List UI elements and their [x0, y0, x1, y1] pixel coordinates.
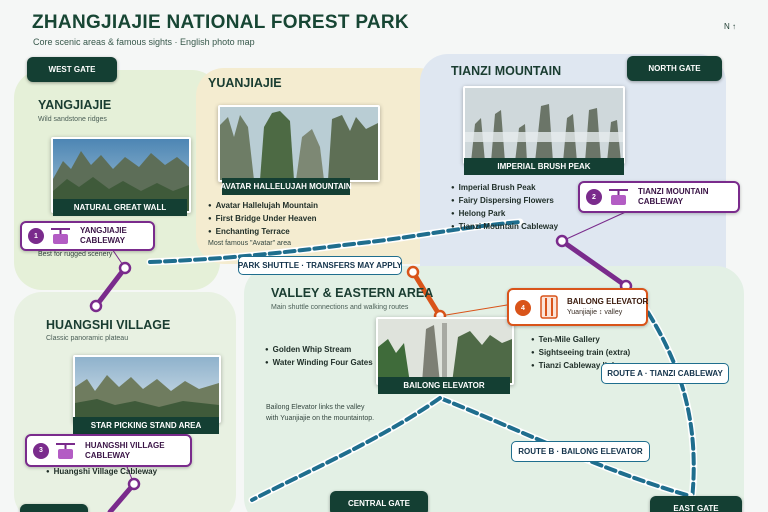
- bailong-elevator-callout: 4 BAILONG ELEVATOR Yuanjiajie ↕ valley: [507, 288, 648, 326]
- karst-photo-image: [465, 88, 623, 162]
- yangjiajie-name: YANGJIAJIE: [38, 98, 112, 112]
- cableway-label-line-1: HUANGSHI VILLAGE: [85, 440, 165, 450]
- avatar-mountain-photo: [218, 105, 380, 182]
- tianzi-cableway-callout: 2 TIANZI MOUNTAIN CABLEWAY: [578, 181, 740, 213]
- imperial-brush-peak-caption: IMPERIAL BRUSH PEAK: [464, 158, 624, 175]
- yuanjiajie-note: Most famous "Avatar" area: [208, 240, 292, 247]
- elevator-number: 4: [515, 300, 531, 316]
- huangshi-name: HUANGSHI VILLAGE: [46, 318, 171, 332]
- cableway-label: HUANGSHI VILLAGE CABLEWAY: [85, 441, 165, 461]
- sight-item: Water Winding Four Gates: [265, 358, 373, 367]
- yangjiajie-sub: Wild sandstone ridges: [38, 116, 107, 123]
- karst-photo-image: [75, 357, 219, 421]
- avatar-mountain-caption: AVATAR HALLELUJAH MOUNTAIN: [220, 178, 352, 195]
- sight-item: First Bridge Under Heaven: [208, 214, 318, 223]
- imperial-brush-peak-photo: [463, 86, 625, 164]
- cableway-label-line-2: CABLEWAY: [85, 450, 131, 460]
- bailong-elevator-caption: BAILONG ELEVATOR: [378, 377, 510, 394]
- cableway-label-line-2: CABLEWAY: [638, 197, 684, 206]
- karst-photo-image: [220, 107, 378, 180]
- cableway-label-line-2: CABLEWAY: [80, 236, 126, 245]
- sight-item: Imperial Brush Peak: [451, 183, 558, 192]
- cableway-number: 1: [28, 228, 44, 244]
- yangjiajie-cableway-callout: 1 YANGJIAJIE CABLEWAY: [20, 221, 155, 251]
- bailong-elevator-photo: [376, 317, 514, 385]
- map-title: ZHANGJIAJIE NATIONAL FOREST PARK: [32, 12, 409, 33]
- huangshi-cableway-callout: 3 HUANGSHI VILLAGE CABLEWAY: [25, 434, 192, 467]
- valley-sights-left: Golden Whip Stream Water Winding Four Ga…: [265, 345, 373, 371]
- sight-item: Fairy Dispersing Flowers: [451, 196, 558, 205]
- tianzi-sights: Imperial Brush Peak Fairy Dispersing Flo…: [451, 183, 558, 235]
- route-b-label: ROUTE B · BAILONG ELEVATOR: [511, 441, 650, 462]
- yuanjiajie-sights: Avatar Hallelujah Mountain First Bridge …: [208, 201, 318, 240]
- sight-item: Golden Whip Stream: [265, 345, 373, 354]
- sight-item: Ten-Mile Gallery: [531, 335, 630, 344]
- cable-car-icon: [609, 189, 628, 205]
- north-arrow-icon: N ↑: [724, 22, 736, 31]
- valley-name: VALLEY & EASTERN AREA: [271, 286, 434, 300]
- star-picking-stand-caption: STAR PICKING STAND AREA: [73, 417, 219, 434]
- valley-sub: Main shuttle connections and walking rou…: [271, 304, 409, 311]
- sight-item: Helong Park: [451, 209, 558, 218]
- natural-great-wall-caption: NATURAL GREAT WALL: [53, 199, 187, 216]
- map-subtitle: Core scenic areas & famous sights · Engl…: [33, 37, 255, 47]
- tianzi-name: TIANZI MOUNTAIN: [451, 64, 562, 78]
- star-picking-stand-photo: [73, 355, 221, 423]
- cableway-label-line-1: TIANZI MOUNTAIN: [638, 187, 709, 196]
- route-a-label: ROUTE A · TIANZI CABLEWAY: [601, 363, 729, 384]
- cableway-label-line-1: YANGJIAJIE: [80, 226, 127, 235]
- cable-car-icon: [51, 228, 70, 244]
- route-a-line: [636, 296, 698, 504]
- sight-item: Sightseeing train (extra): [531, 348, 631, 357]
- sight-item: Enchanting Terrace: [208, 227, 318, 236]
- sight-item: Tianzi Mountain Cableway: [451, 222, 558, 231]
- huangshi-sub: Classic panoramic plateau: [46, 335, 129, 342]
- cableway-number: 3: [33, 442, 49, 459]
- west-gate-label: WEST GATE: [27, 57, 117, 82]
- cableway-number: 2: [586, 189, 602, 205]
- east-gate-label: EAST GATE: [650, 496, 742, 512]
- elevator-label-line-1: BAILONG ELEVATOR: [567, 297, 649, 306]
- cableway-label: TIANZI MOUNTAIN CABLEWAY: [638, 187, 709, 207]
- central-gate-label: CENTRAL GATE: [330, 491, 428, 512]
- park-shuttle-label: PARK SHUTTLE · TRANSFERS MAY APPLY: [238, 256, 402, 275]
- karst-photo-image: [378, 319, 512, 383]
- huangshi-sights: Huangshi Village Cableway: [46, 467, 157, 480]
- south-gate-label: [20, 504, 88, 512]
- park-map: ZHANGJIAJIE NATIONAL FOREST PARK Core sc…: [0, 0, 768, 512]
- cable-car-icon: [56, 442, 75, 459]
- yuanjiajie-name: YUANJIAJIE: [208, 76, 282, 90]
- sight-item: Avatar Hallelujah Mountain: [208, 201, 318, 210]
- north-gate-label: NORTH GATE: [627, 56, 722, 81]
- valley-note-line-2: with Yuanjiajie on the mountaintop.: [266, 415, 375, 422]
- cableway-label: YANGJIAJIE CABLEWAY: [80, 226, 127, 246]
- sight-item: Huangshi Village Cableway: [46, 467, 157, 476]
- elevator-icon: [540, 295, 558, 319]
- elevator-label-line-2: Yuanjiajie ↕ valley: [567, 309, 623, 316]
- valley-note-line-1: Bailong Elevator links the valley: [266, 404, 365, 411]
